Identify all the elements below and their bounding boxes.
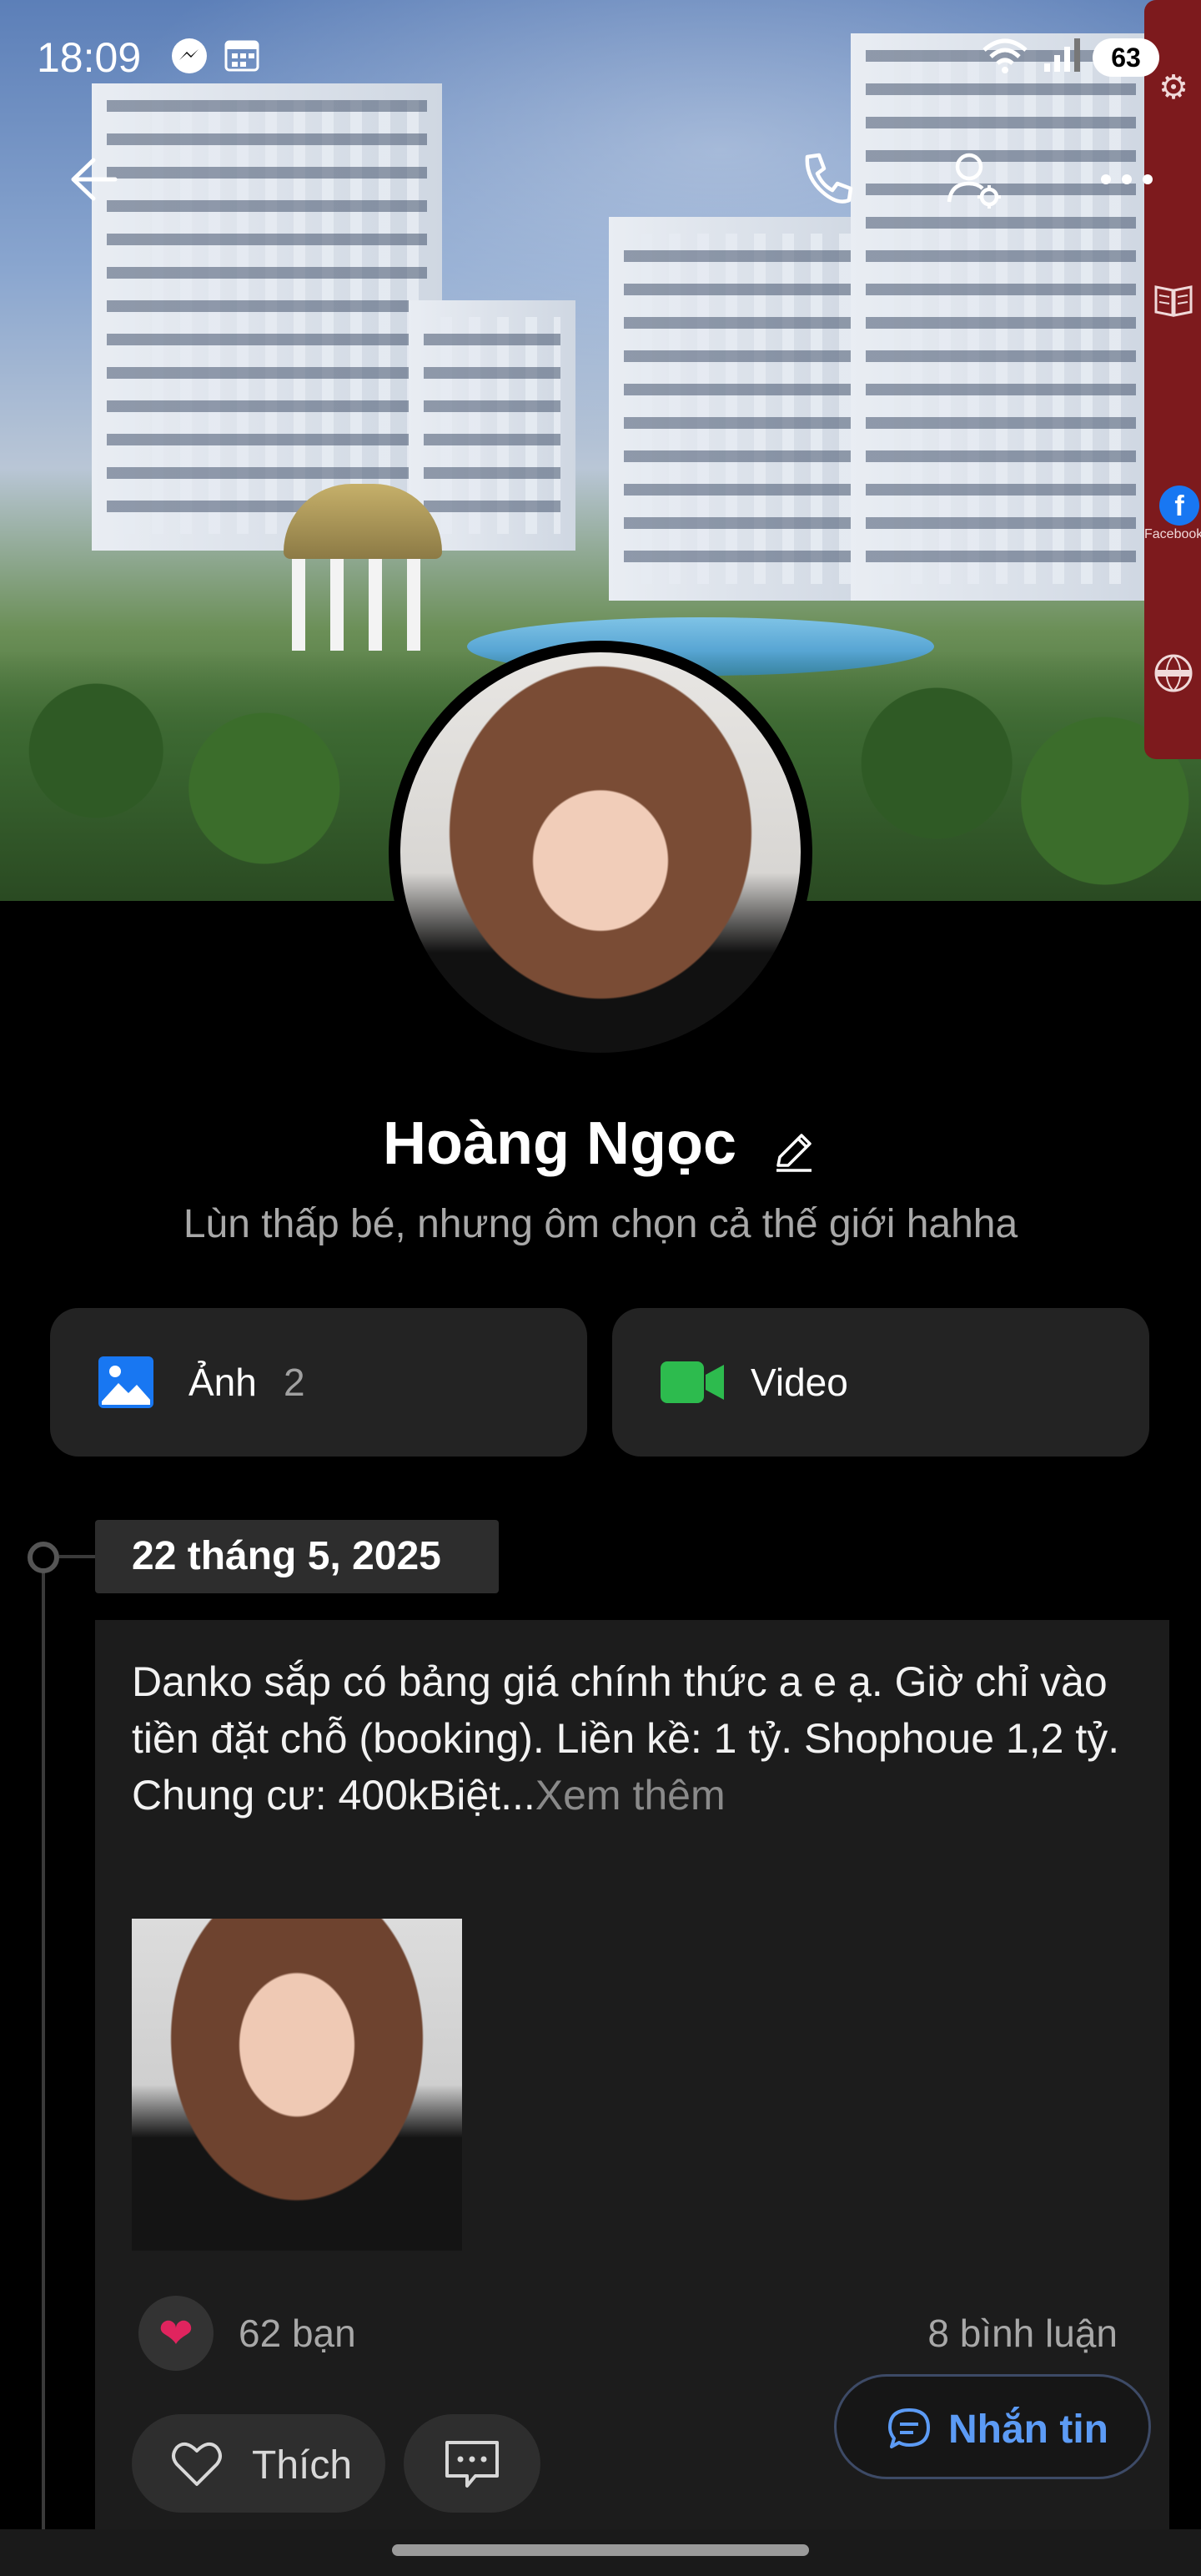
battery-indicator: 63 xyxy=(1093,38,1159,77)
see-more-link[interactable]: Xem thêm xyxy=(535,1772,726,1819)
wifi-icon xyxy=(981,37,1029,83)
timeline-connector xyxy=(59,1555,96,1558)
cover-building-tower xyxy=(851,33,1151,601)
book-icon[interactable] xyxy=(1153,282,1194,329)
photos-button[interactable]: Ảnh 2 xyxy=(50,1308,587,1457)
edit-pencil-icon[interactable] xyxy=(768,1123,818,1173)
message-label: Nhắn tin xyxy=(948,2407,1108,2452)
messenger-icon xyxy=(170,37,209,83)
timeline-dot xyxy=(28,1542,59,1573)
phone-icon[interactable] xyxy=(789,142,864,217)
avatar-photo xyxy=(400,652,801,1053)
profile-bio: Lùn thấp bé, nhưng ôm chọn cả thế giới h… xyxy=(183,1202,1018,1246)
cover-building-right xyxy=(609,217,876,601)
calendar-icon xyxy=(224,37,260,82)
like-button[interactable]: Thích xyxy=(132,2414,385,2513)
facebook-icon[interactable]: f xyxy=(1159,486,1199,526)
comment-count[interactable]: 8 bình luận xyxy=(927,2311,1118,2356)
comment-icon xyxy=(442,2436,502,2491)
status-bar: 18:09 63 xyxy=(0,0,1201,117)
timeline-date: 22 tháng 5, 2025 xyxy=(95,1520,499,1593)
more-icon[interactable] xyxy=(1089,142,1164,217)
timeline-line xyxy=(42,1557,45,2533)
profile-name: Hoàng Ngọc xyxy=(383,1110,736,1177)
status-time: 18:09 xyxy=(37,34,142,81)
profile-avatar[interactable] xyxy=(389,641,812,1064)
photo-icon xyxy=(97,1353,155,1411)
cover-building-left xyxy=(92,83,442,551)
message-button[interactable]: Nhắn tin xyxy=(834,2374,1151,2479)
user-settings-icon[interactable] xyxy=(937,142,1013,217)
post-text[interactable]: Danko sắp có bảng giá chính thức a e ạ. … xyxy=(132,1653,1149,1824)
reaction-count[interactable]: 62 bạn xyxy=(239,2311,356,2356)
cover-gazebo xyxy=(275,484,450,651)
like-label: Thích xyxy=(252,2443,353,2488)
home-gesture-bar[interactable] xyxy=(392,2544,809,2556)
videos-button[interactable]: Video xyxy=(612,1308,1149,1457)
globe-icon[interactable] xyxy=(1153,652,1194,704)
heart-reaction-icon[interactable]: ❤ xyxy=(138,2296,214,2371)
chat-bubble-icon xyxy=(887,2407,932,2452)
video-icon xyxy=(659,1353,724,1411)
signal-icon xyxy=(1043,37,1081,82)
profile-name-row: Hoàng Ngọc xyxy=(0,1109,1201,1178)
photos-label: Ảnh xyxy=(188,1361,257,1404)
comment-button[interactable] xyxy=(404,2414,540,2513)
photos-count: 2 xyxy=(284,1361,305,1404)
facebook-label: Facebook xyxy=(1144,527,1201,541)
heart-outline-icon xyxy=(170,2438,224,2489)
videos-label: Video xyxy=(751,1361,848,1404)
back-arrow-icon[interactable] xyxy=(50,142,125,217)
post-image[interactable] xyxy=(132,1919,462,2251)
